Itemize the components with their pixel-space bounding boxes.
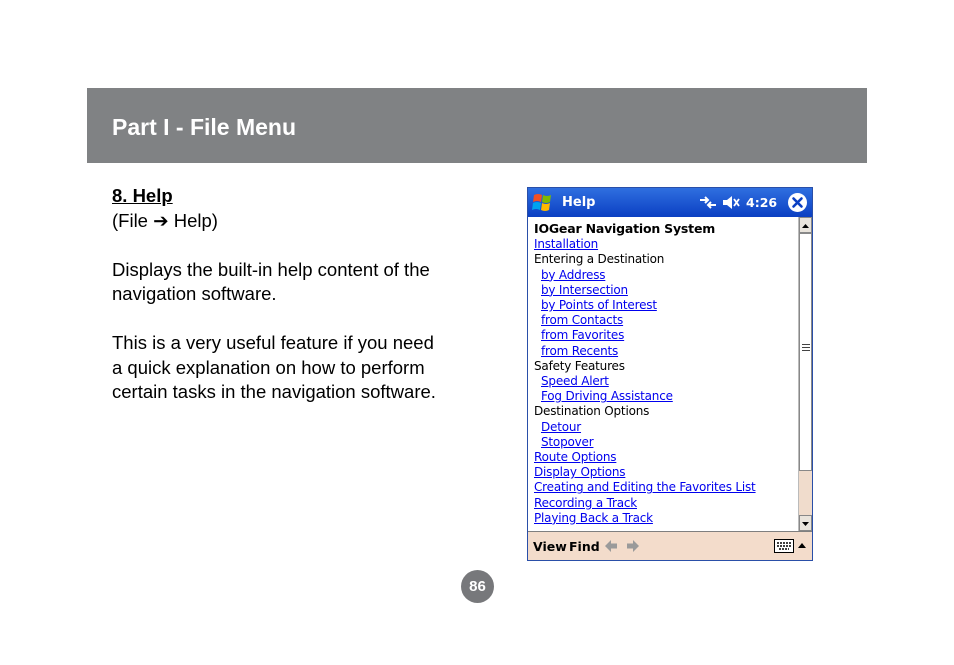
help-link[interactable]: Fog Driving Assistance bbox=[534, 389, 798, 404]
description-line: a quick explanation on how to perform bbox=[112, 356, 425, 378]
menu-find[interactable]: Find bbox=[569, 539, 600, 554]
keyboard-icon[interactable] bbox=[774, 539, 794, 553]
header-bar: Part I - File Menu bbox=[87, 88, 867, 163]
help-link-text[interactable]: Display Options bbox=[534, 465, 626, 479]
menu-view[interactable]: View bbox=[533, 539, 567, 554]
description-line: certain tasks in the navigation software… bbox=[112, 381, 436, 402]
help-label-text: Destination Options bbox=[534, 404, 650, 419]
menu-path: (File ➔ Help) bbox=[112, 209, 218, 231]
help-link-text[interactable]: Route Options bbox=[534, 450, 617, 464]
help-link[interactable]: Playing Back a Track bbox=[534, 511, 798, 526]
description-line: Displays the built-in help content of th… bbox=[112, 258, 430, 280]
pda-screenshot: Help 4:26 IOGear Navigation System Insta… bbox=[527, 187, 813, 561]
help-link[interactable]: from Contacts bbox=[534, 313, 798, 328]
windows-start-icon[interactable] bbox=[531, 191, 557, 214]
help-category-label: Destination Options bbox=[534, 404, 798, 419]
speaker-muted-icon[interactable] bbox=[721, 194, 741, 211]
help-link-text[interactable]: Detour bbox=[541, 420, 581, 434]
vertical-scrollbar[interactable] bbox=[798, 217, 812, 531]
help-link[interactable]: by Points of Interest bbox=[534, 298, 798, 313]
help-link[interactable]: Detour bbox=[534, 420, 798, 435]
connectivity-icon[interactable] bbox=[698, 194, 718, 211]
help-link-text[interactable]: Fog Driving Assistance bbox=[541, 389, 673, 403]
help-content: IOGear Navigation System Installation Ent… bbox=[528, 217, 798, 531]
help-link[interactable]: Recording a Track bbox=[534, 496, 798, 511]
help-link-text[interactable]: by Points of Interest bbox=[541, 298, 657, 312]
clock[interactable]: 4:26 bbox=[746, 195, 777, 210]
help-link[interactable]: from Favorites bbox=[534, 328, 798, 343]
help-link-text[interactable]: from Contacts bbox=[541, 313, 623, 327]
help-link-text[interactable]: Creating and Editing the Favorites List bbox=[534, 480, 756, 494]
help-link-text[interactable]: Speed Alert bbox=[541, 374, 609, 388]
description-line: This is a very useful feature if you nee… bbox=[112, 332, 434, 353]
pda-title-bar: Help 4:26 bbox=[528, 188, 812, 217]
help-link-text[interactable]: by Intersection bbox=[541, 283, 628, 297]
arrow-up-icon bbox=[802, 224, 809, 228]
help-category-label: Entering a Destination bbox=[534, 252, 798, 267]
help-link-text[interactable]: Recording a Track bbox=[534, 496, 637, 510]
help-section: 8. Help (File ➔ Help) Displays the built… bbox=[112, 184, 482, 405]
help-link[interactable]: Stopover bbox=[534, 435, 798, 450]
help-link[interactable]: Creating and Editing the Favorites List bbox=[534, 480, 798, 495]
help-link-text[interactable]: Stopover bbox=[541, 435, 594, 449]
page-title: Part I - File Menu bbox=[112, 114, 297, 140]
help-link[interactable]: from Recents bbox=[534, 344, 798, 359]
scroll-up-button[interactable] bbox=[799, 217, 812, 233]
scroll-down-button[interactable] bbox=[799, 515, 812, 531]
section-heading: 8. Help bbox=[112, 185, 173, 206]
arrow-down-icon bbox=[802, 522, 809, 526]
help-link[interactable]: Speed Alert bbox=[534, 374, 798, 389]
close-icon[interactable] bbox=[787, 192, 808, 213]
help-link-text[interactable]: by Address bbox=[541, 268, 606, 282]
pda-menu-bar: View Find bbox=[528, 531, 812, 560]
help-link[interactable]: by Intersection bbox=[534, 283, 798, 298]
forward-arrow-icon[interactable] bbox=[626, 539, 640, 553]
help-heading: IOGear Navigation System bbox=[534, 221, 716, 236]
help-link[interactable]: by Address bbox=[534, 268, 798, 283]
page-number: 86 bbox=[461, 570, 494, 603]
pda-window-title: Help bbox=[562, 195, 596, 210]
help-label-text: Safety Features bbox=[534, 358, 625, 373]
description-line: navigation software. bbox=[112, 283, 277, 304]
help-category-label: Safety Features bbox=[534, 359, 798, 374]
help-link[interactable]: Route Options bbox=[534, 450, 798, 465]
back-arrow-icon[interactable] bbox=[604, 539, 618, 553]
help-link[interactable]: Installation bbox=[534, 237, 798, 252]
help-link-text[interactable]: from Recents bbox=[541, 344, 618, 358]
help-link-text[interactable]: from Favorites bbox=[541, 328, 624, 342]
input-selector-arrow-icon[interactable] bbox=[797, 541, 807, 549]
help-link[interactable]: Display Options bbox=[534, 465, 798, 480]
help-label-text: Entering a Destination bbox=[534, 252, 665, 267]
help-link-text[interactable]: Playing Back a Track bbox=[534, 511, 653, 525]
scroll-thumb[interactable] bbox=[799, 233, 812, 471]
help-link-text[interactable]: Installation bbox=[534, 237, 598, 251]
